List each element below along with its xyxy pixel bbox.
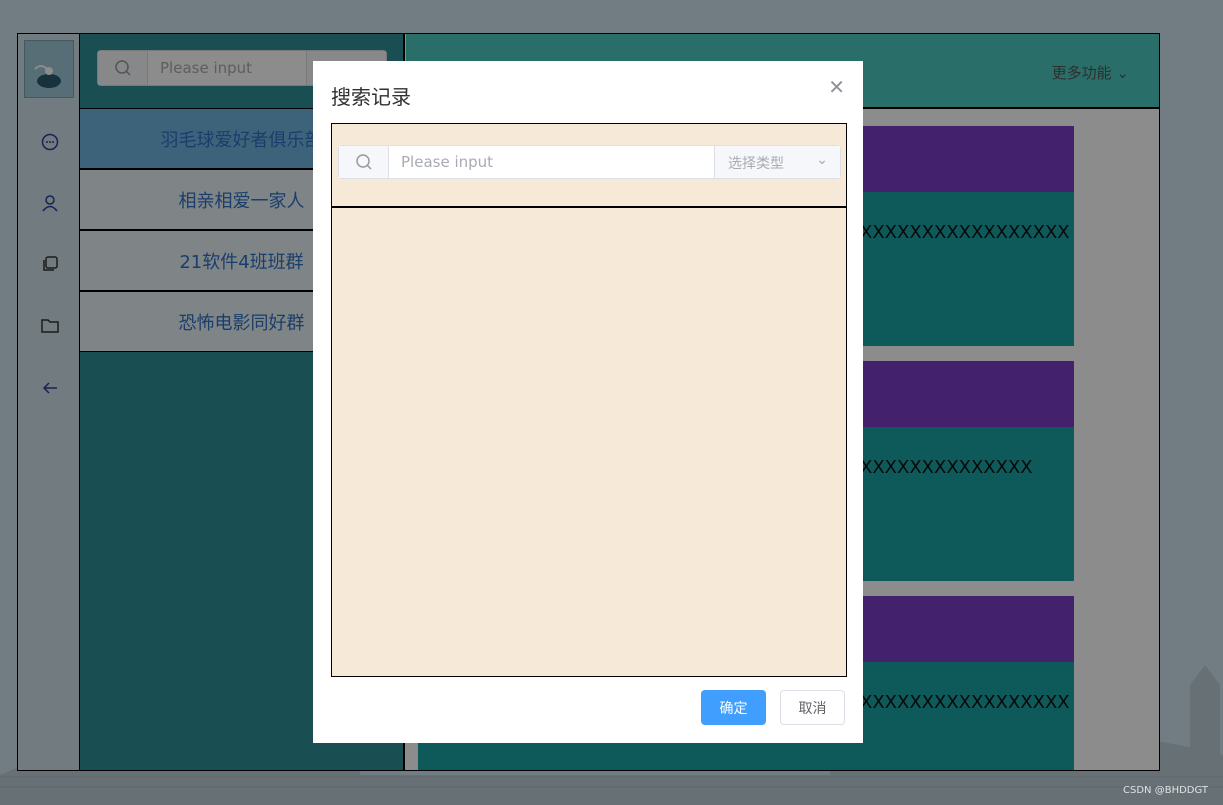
dialog-search-input[interactable]: Please input — [401, 153, 493, 171]
dialog-search[interactable]: Please input 选择类型 ⌄ — [338, 145, 841, 179]
divider — [332, 206, 846, 208]
search-icon — [339, 146, 389, 178]
cancel-button[interactable]: 取消 — [780, 690, 845, 725]
confirm-button[interactable]: 确定 — [701, 690, 766, 725]
watermark-text: CSDN @BHDDGT — [1123, 785, 1208, 796]
search-history-dialog: 搜索记录 ✕ Please input 选择类型 ⌄ 确定 取消 — [313, 61, 863, 743]
chevron-down-icon: ⌄ — [816, 152, 828, 168]
dialog-content-panel: Please input 选择类型 ⌄ — [331, 123, 847, 677]
dialog-title: 搜索记录 — [331, 85, 411, 109]
close-icon[interactable]: ✕ — [828, 75, 845, 99]
type-select-placeholder: 选择类型 — [728, 156, 784, 172]
type-select[interactable]: 选择类型 ⌄ — [714, 146, 840, 178]
